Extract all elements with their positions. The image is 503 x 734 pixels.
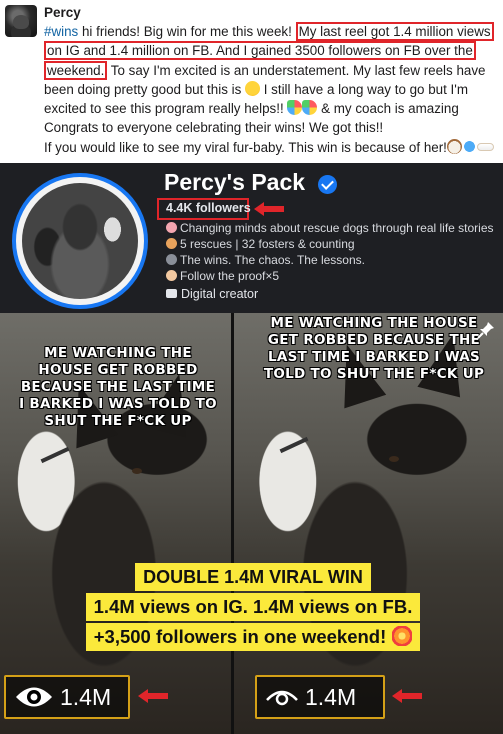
- dog-eye: [132, 468, 142, 474]
- pointing-hand-icon: [166, 270, 177, 281]
- paw-prints-emoji-icon: [461, 138, 477, 154]
- followers-count[interactable]: 4.4K followers: [166, 201, 251, 215]
- bio-line: Changing minds about rescue dogs through…: [166, 221, 494, 235]
- view-count-text: 1.4M: [60, 683, 112, 710]
- highlight-weekend-box: weekend.: [44, 60, 108, 80]
- bio-line: Follow the proof×5: [166, 269, 279, 283]
- bio-text: The wins. The chaos. The lessons.: [180, 253, 365, 267]
- red-arrow-icon: [254, 202, 284, 216]
- post-body: #wins hi friends! Big win for me this we…: [44, 22, 496, 157]
- banner-followers-line: +3,500 followers in one weekend!: [85, 623, 421, 651]
- play-count-icon: [266, 690, 298, 706]
- banner-views-line: 1.4M views on IG. 1.4M views on FB.: [85, 593, 421, 621]
- dog-face-icon: [166, 222, 177, 233]
- collision-emoji-icon: [392, 626, 413, 646]
- page-category: Digital creator: [166, 287, 258, 301]
- facebook-profile-card: Percy's Pack 4.4K followers Changing min…: [0, 163, 503, 313]
- party-popper-emoji-icon-2: [302, 100, 318, 116]
- profile-picture[interactable]: [12, 173, 148, 309]
- dog-emoji-icon: [446, 138, 462, 154]
- post-congrats-line: Congrats to everyone celebrating their w…: [44, 120, 384, 136]
- view-count-text: 1.4M: [305, 683, 357, 710]
- bio-text: 5 rescues | 32 fosters & counting: [180, 237, 355, 251]
- post-furbaby-line: If you would like to see my viral fur-ba…: [44, 139, 447, 155]
- view-count-instagram: 1.4M: [4, 675, 130, 719]
- red-arrow-icon: [138, 689, 168, 703]
- profile-illustration: [22, 183, 138, 299]
- paw-prints-icon: [166, 254, 177, 265]
- banner-followers-text: +3,500 followers in one weekend!: [93, 626, 387, 647]
- author-avatar[interactable]: [5, 5, 37, 37]
- party-popper-emoji-icon: [287, 100, 303, 116]
- bone-emoji-icon: [476, 142, 494, 151]
- starstruck-emoji-icon: [245, 80, 260, 96]
- reel-caption: ME WATCHING THE HOUSE GET ROBBED BECAUSE…: [19, 345, 217, 429]
- viral-win-banner: DOUBLE 1.4M VIRAL WIN 1.4M views on IG. …: [30, 563, 476, 653]
- view-count-facebook: 1.4M: [255, 675, 385, 719]
- briefcase-icon: [166, 289, 177, 298]
- reel-caption: ME WATCHING THE HOUSE GET ROBBED BECAUSE…: [263, 315, 485, 382]
- eye-icon: [16, 687, 52, 707]
- mask-stitch: [279, 436, 309, 454]
- bio-text: Changing minds about rescue dogs through…: [180, 221, 494, 235]
- hashtag-link[interactable]: #wins: [44, 24, 78, 39]
- post-text-intro: hi friends! Big win for me this week!: [78, 24, 296, 39]
- verified-badge-icon: [318, 175, 337, 194]
- pin-icon[interactable]: [477, 321, 495, 339]
- bio-line: 5 rescues | 32 fosters & counting: [166, 237, 355, 251]
- category-label: Digital creator: [181, 287, 259, 301]
- banner-headline: DOUBLE 1.4M VIRAL WIN: [135, 563, 371, 591]
- bio-line: The wins. The chaos. The lessons.: [166, 253, 365, 267]
- post-author[interactable]: Percy: [44, 5, 81, 20]
- mask-stitch: [40, 446, 70, 464]
- reels-grid: ME WATCHING THE HOUSE GET ROBBED BECAUSE…: [0, 313, 503, 734]
- reel-thumbnail-instagram[interactable]: ME WATCHING THE HOUSE GET ROBBED BECAUSE…: [0, 313, 231, 734]
- red-arrow-icon: [392, 689, 422, 703]
- dog-icon: [166, 238, 177, 249]
- post-text-rest-3: & my coach is amazing: [317, 101, 459, 117]
- page-name[interactable]: Percy's Pack: [164, 169, 305, 196]
- reel-thumbnail-facebook[interactable]: ME WATCHING THE HOUSE GET ROBBED BECAUSE…: [234, 313, 503, 734]
- bio-text[interactable]: Follow the proof×5: [180, 269, 279, 283]
- slack-post: Percy #wins hi friends! Big win for me t…: [0, 0, 503, 163]
- dog-eye: [389, 456, 399, 462]
